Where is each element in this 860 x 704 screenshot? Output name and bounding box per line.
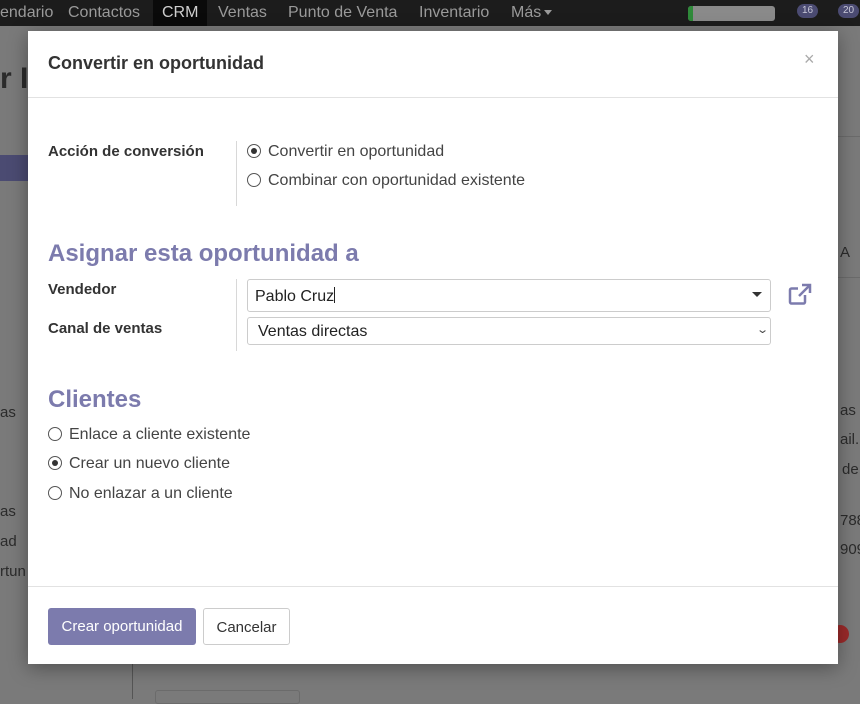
background-text: as bbox=[0, 503, 16, 520]
radio-label: Enlace a cliente existente bbox=[69, 426, 251, 443]
radio-convert-opportunity[interactable]: Convertir en oportunidad bbox=[247, 143, 444, 161]
progress-fill bbox=[688, 6, 694, 21]
background-text: as bbox=[0, 404, 16, 421]
external-link-icon[interactable] bbox=[787, 282, 813, 306]
dialog-header: Convertir en oportunidad × bbox=[28, 31, 838, 98]
dialog-title: Convertir en oportunidad bbox=[48, 53, 264, 73]
background-record-title: r I bbox=[0, 62, 29, 95]
salesperson-field[interactable]: Pablo Cruz bbox=[247, 279, 771, 312]
radio-no-customer[interactable]: No enlazar a un cliente bbox=[48, 485, 233, 503]
nav-item-point-of-sale[interactable]: Punto de Venta bbox=[288, 0, 397, 26]
messages-count-badge[interactable]: 20 bbox=[838, 4, 860, 18]
background-text: ad bbox=[0, 533, 17, 550]
create-opportunity-button[interactable]: Crear oportunidad bbox=[48, 608, 196, 645]
background-text: ail. bbox=[840, 431, 860, 448]
sales-team-label: Canal de ventas bbox=[48, 320, 163, 337]
nav-item-calendar[interactable]: endario bbox=[0, 0, 53, 26]
background-button bbox=[0, 155, 28, 181]
dialog-footer: Crear oportunidad Cancelar bbox=[28, 586, 838, 665]
nav-item-inventory[interactable]: Inventario bbox=[419, 0, 489, 26]
conversion-action-label: Acción de conversión bbox=[48, 143, 204, 160]
background-text: 788 bbox=[840, 512, 860, 529]
nav-item-crm[interactable]: CRM bbox=[153, 0, 208, 26]
radio-label: Convertir en oportunidad bbox=[268, 143, 445, 160]
background-text: 909 bbox=[840, 541, 860, 558]
background-text: A bbox=[840, 244, 851, 261]
sales-team-select[interactable]: Ventas directas ⌄ bbox=[247, 317, 771, 345]
nav-item-sales[interactable]: Ventas bbox=[218, 0, 267, 26]
radio-link-existing-customer[interactable]: Enlace a cliente existente bbox=[48, 426, 250, 444]
nav-more-label: Más bbox=[511, 4, 542, 21]
convert-opportunity-dialog: Convertir en oportunidad × Acción de con… bbox=[28, 31, 838, 664]
nav-item-more[interactable]: Más bbox=[511, 0, 553, 26]
salesperson-value: Pablo Cruz bbox=[255, 287, 336, 305]
nav-item-contacts[interactable]: Contactos bbox=[68, 0, 140, 26]
assign-section-title: Asignar esta oportunidad a bbox=[48, 240, 359, 267]
salesperson-label: Vendedor bbox=[48, 281, 117, 298]
field-separator bbox=[236, 279, 237, 351]
caret-down-icon bbox=[544, 10, 553, 16]
radio-create-new-customer[interactable]: Crear un nuevo cliente bbox=[48, 455, 230, 473]
customers-section-title: Clientes bbox=[48, 386, 142, 413]
background-field bbox=[155, 690, 300, 704]
activity-progress-bar[interactable] bbox=[688, 6, 775, 21]
activities-count-badge[interactable]: 16 bbox=[797, 4, 819, 18]
radio-merge-opportunity[interactable]: Combinar con oportunidad existente bbox=[247, 172, 525, 190]
field-separator bbox=[236, 141, 237, 206]
sales-team-value: Ventas directas bbox=[258, 323, 368, 340]
radio-label: Combinar con oportunidad existente bbox=[268, 172, 526, 189]
radio-button[interactable] bbox=[48, 486, 62, 500]
radio-button[interactable] bbox=[48, 427, 62, 441]
top-navbar: endario Contactos CRM Ventas Punto de Ve… bbox=[0, 0, 860, 26]
text-cursor bbox=[334, 287, 336, 303]
background-text: de bbox=[842, 461, 859, 478]
chevron-down-icon: ⌄ bbox=[755, 324, 769, 336]
background-divider bbox=[132, 664, 133, 699]
radio-button[interactable] bbox=[247, 173, 261, 187]
radio-button[interactable] bbox=[48, 456, 62, 470]
caret-down-icon[interactable] bbox=[752, 292, 762, 297]
radio-label: No enlazar a un cliente bbox=[69, 485, 233, 502]
cancel-button[interactable]: Cancelar bbox=[203, 608, 290, 645]
close-icon[interactable]: × bbox=[804, 49, 815, 70]
background-text: rtun bbox=[0, 563, 26, 580]
radio-button[interactable] bbox=[247, 144, 261, 158]
background-text: as S bbox=[840, 402, 860, 419]
radio-label: Crear un nuevo cliente bbox=[69, 455, 230, 472]
